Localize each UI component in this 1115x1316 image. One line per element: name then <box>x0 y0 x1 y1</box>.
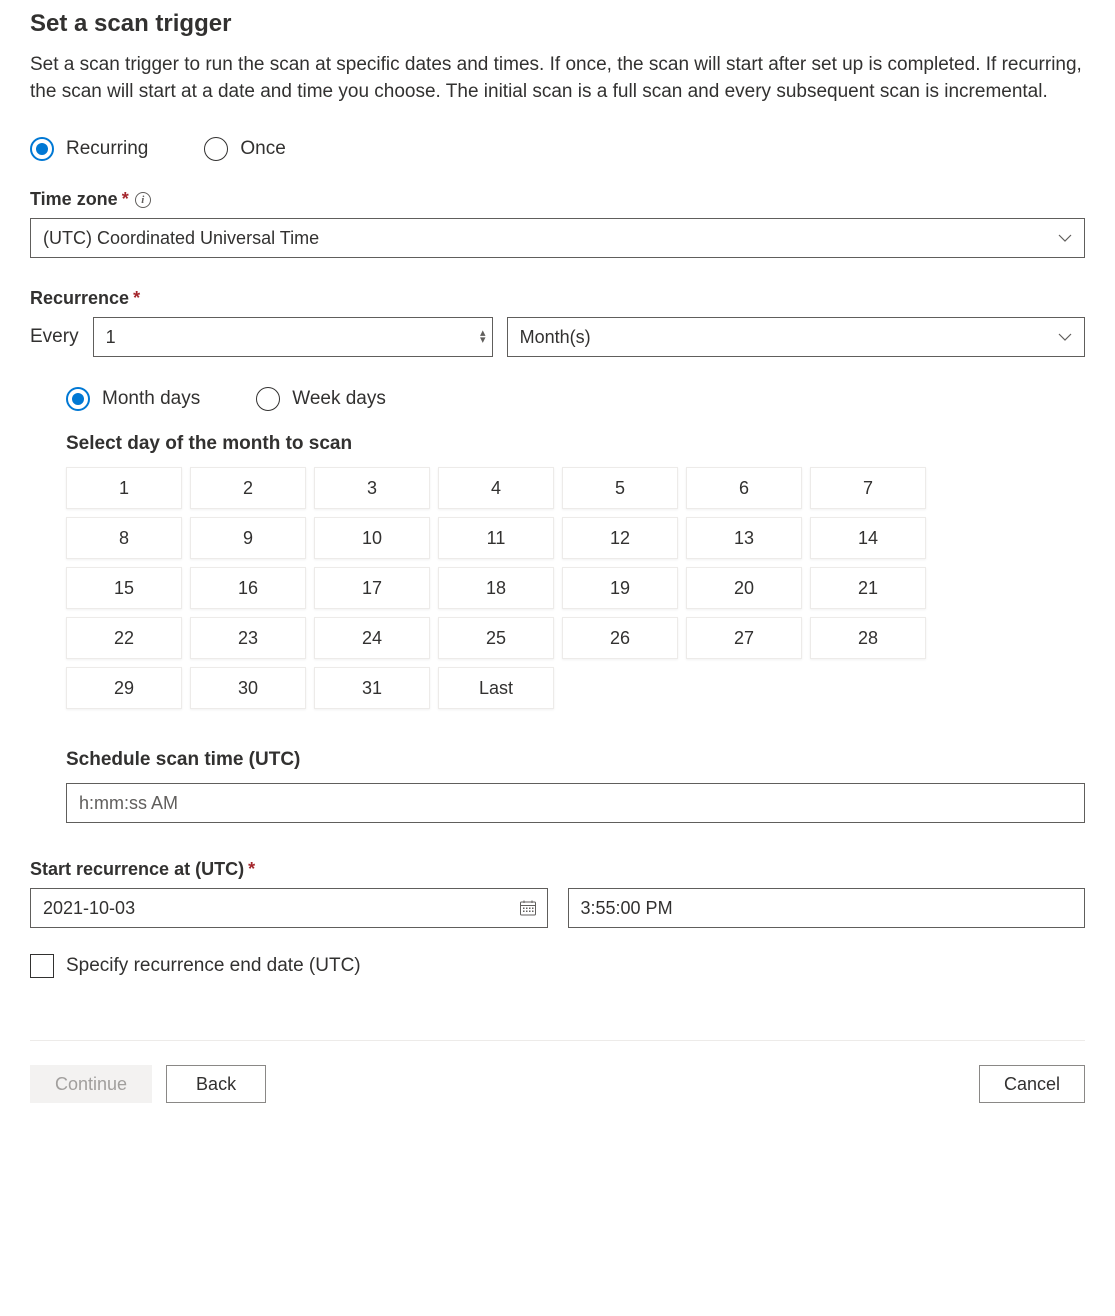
month-day-cell[interactable]: 23 <box>190 617 306 659</box>
month-day-cell[interactable]: 31 <box>314 667 430 709</box>
calendar-icon[interactable] <box>519 899 537 917</box>
frequency-radio-group: Recurring Once <box>30 137 1085 161</box>
month-day-cell[interactable]: 14 <box>810 517 926 559</box>
start-time-value: 3:55:00 PM <box>581 898 673 919</box>
month-day-cell[interactable]: 8 <box>66 517 182 559</box>
month-day-cell[interactable]: 9 <box>190 517 306 559</box>
month-day-cell[interactable]: 11 <box>438 517 554 559</box>
month-day-cell[interactable]: 6 <box>686 467 802 509</box>
month-day-cell[interactable]: 5 <box>562 467 678 509</box>
month-day-cell[interactable]: 16 <box>190 567 306 609</box>
month-days-grid: 1234567891011121314151617181920212223242… <box>66 467 1085 709</box>
cancel-button[interactable]: Cancel <box>979 1065 1085 1103</box>
day-mode-week-days-label: Week days <box>292 388 386 410</box>
frequency-once-radio[interactable]: Once <box>204 137 285 161</box>
end-date-checkbox[interactable] <box>30 954 54 978</box>
start-recurrence-label: Start recurrence at (UTC) * <box>30 859 1085 880</box>
frequency-recurring-radio[interactable]: Recurring <box>30 137 148 161</box>
scan-time-input[interactable]: h:mm:ss AM <box>66 783 1085 823</box>
recurrence-every-input[interactable]: 1 ▴▾ <box>93 317 493 357</box>
spinner-arrows-icon[interactable]: ▴▾ <box>480 330 486 344</box>
recurrence-unit-select[interactable]: Month(s) <box>507 317 1085 357</box>
month-day-cell[interactable]: 4 <box>438 467 554 509</box>
frequency-once-label: Once <box>240 138 285 160</box>
month-day-cell[interactable]: 3 <box>314 467 430 509</box>
month-day-cell[interactable]: 17 <box>314 567 430 609</box>
month-day-cell[interactable]: 27 <box>686 617 802 659</box>
day-mode-radio-group: Month days Week days <box>66 387 1085 411</box>
month-day-cell[interactable]: 10 <box>314 517 430 559</box>
timezone-select[interactable]: (UTC) Coordinated Universal Time <box>30 218 1085 258</box>
timezone-value: (UTC) Coordinated Universal Time <box>43 228 319 249</box>
frequency-recurring-label: Recurring <box>66 138 148 160</box>
recurrence-every-value: 1 <box>106 327 480 348</box>
start-date-value: 2021-10-03 <box>43 898 135 919</box>
recurrence-every-label: Every <box>30 326 79 348</box>
scan-time-label: Schedule scan time (UTC) <box>66 749 1085 771</box>
day-mode-month-days-label: Month days <box>102 388 200 410</box>
month-day-cell[interactable]: 1 <box>66 467 182 509</box>
month-day-cell[interactable]: 30 <box>190 667 306 709</box>
month-day-cell[interactable]: 22 <box>66 617 182 659</box>
month-day-cell[interactable]: 2 <box>190 467 306 509</box>
month-day-cell[interactable]: Last <box>438 667 554 709</box>
month-day-cell[interactable]: 24 <box>314 617 430 659</box>
info-icon[interactable]: i <box>135 192 151 208</box>
month-day-cell[interactable]: 28 <box>810 617 926 659</box>
month-day-cell[interactable]: 20 <box>686 567 802 609</box>
month-day-cell[interactable]: 19 <box>562 567 678 609</box>
month-day-cell[interactable]: 25 <box>438 617 554 659</box>
month-day-cell[interactable]: 29 <box>66 667 182 709</box>
day-mode-week-days-radio[interactable]: Week days <box>256 387 386 411</box>
start-date-input[interactable]: 2021-10-03 <box>30 888 548 928</box>
month-day-cell[interactable]: 13 <box>686 517 802 559</box>
continue-button[interactable]: Continue <box>30 1065 152 1103</box>
end-date-checkbox-label: Specify recurrence end date (UTC) <box>66 955 361 977</box>
scan-time-placeholder: h:mm:ss AM <box>79 793 178 814</box>
page-description: Set a scan trigger to run the scan at sp… <box>30 52 1085 105</box>
month-day-cell[interactable]: 18 <box>438 567 554 609</box>
start-time-input[interactable]: 3:55:00 PM <box>568 888 1086 928</box>
chevron-down-icon <box>1058 330 1072 344</box>
month-day-cell[interactable]: 7 <box>810 467 926 509</box>
chevron-down-icon <box>1058 231 1072 245</box>
footer-bar: Continue Back Cancel <box>30 1040 1085 1123</box>
month-day-cell[interactable]: 26 <box>562 617 678 659</box>
month-day-cell[interactable]: 15 <box>66 567 182 609</box>
month-day-cell[interactable]: 12 <box>562 517 678 559</box>
month-days-label: Select day of the month to scan <box>66 433 1085 455</box>
month-day-cell[interactable]: 21 <box>810 567 926 609</box>
page-title: Set a scan trigger <box>30 10 1085 38</box>
recurrence-unit-value: Month(s) <box>520 327 591 348</box>
back-button[interactable]: Back <box>166 1065 266 1103</box>
day-mode-month-days-radio[interactable]: Month days <box>66 387 200 411</box>
timezone-label: Time zone * i <box>30 189 1085 210</box>
recurrence-label: Recurrence * <box>30 288 1085 309</box>
